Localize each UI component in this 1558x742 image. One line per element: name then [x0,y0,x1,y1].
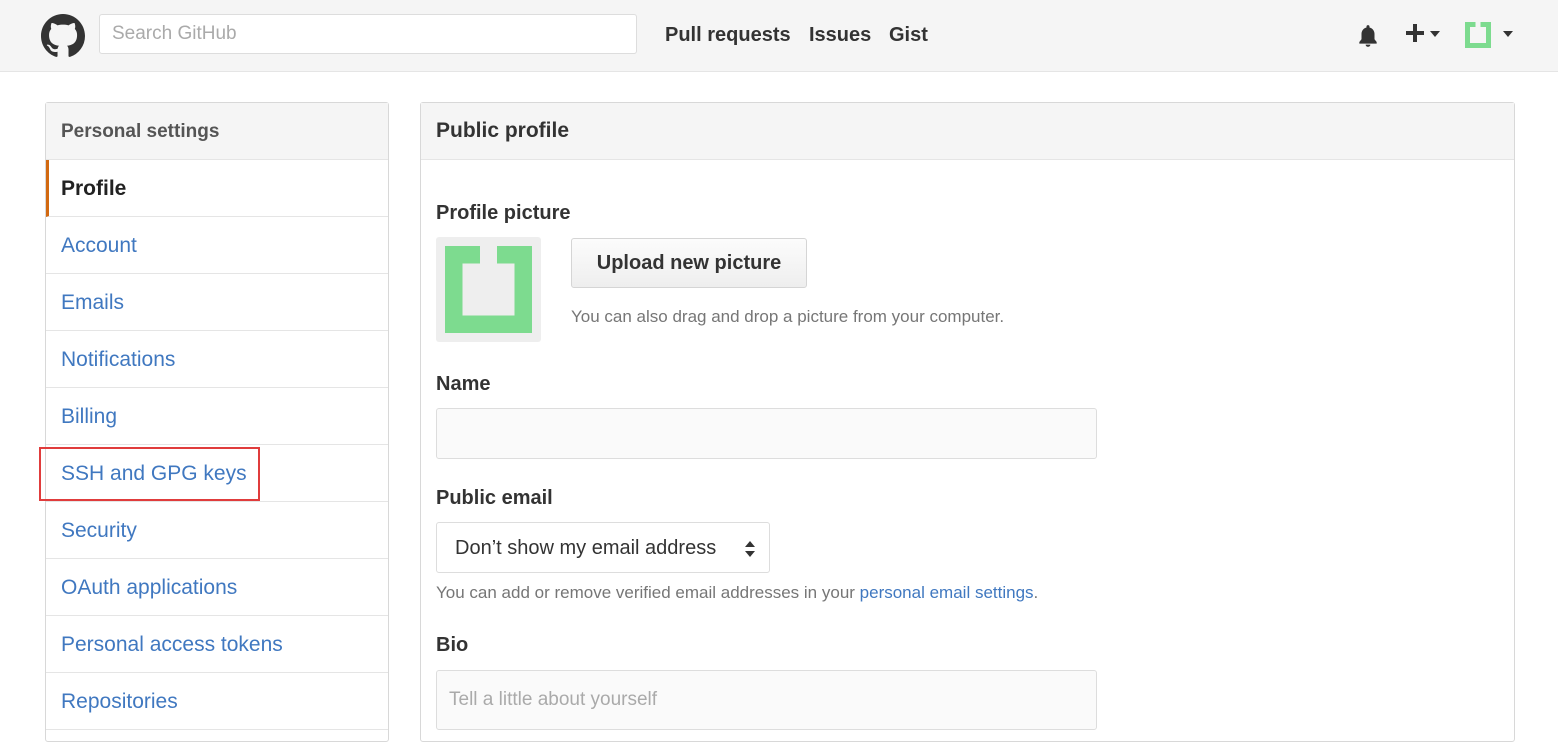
github-logo-icon[interactable] [41,14,85,58]
name-label: Name [436,373,491,395]
email-hint-suffix: . [1033,583,1039,602]
sidebar-item-ssh-gpg-keys[interactable]: SSH and GPG keys [46,445,388,502]
email-hint-prefix: You can add or remove verified email add… [436,583,860,602]
sidebar-title: Personal settings [46,103,388,160]
settings-sidebar: Personal settings Profile Account Emails… [45,102,389,742]
user-menu-button[interactable] [1465,20,1517,50]
public-email-label: Public email [436,487,553,509]
sidebar-item-billing[interactable]: Billing [46,388,388,445]
sidebar-item-emails[interactable]: Emails [46,274,388,331]
top-header: Pull requests Issues Gist [0,0,1558,72]
sidebar-item-profile[interactable]: Profile [46,160,388,217]
sidebar-item-notifications[interactable]: Notifications [46,331,388,388]
bell-icon[interactable] [1355,23,1381,49]
search-input[interactable] [99,14,637,54]
new-menu-button[interactable] [1405,20,1445,50]
upload-hint-text: You can also drag and drop a picture fro… [571,307,1005,326]
public-email-select[interactable]: Don’t show my email address [436,522,770,573]
plus-icon [1406,24,1424,42]
profile-avatar [436,237,541,342]
nav-gist[interactable]: Gist [889,24,928,47]
name-input[interactable] [436,408,1097,459]
sidebar-item-personal-access-tokens[interactable]: Personal access tokens [46,616,388,673]
profile-picture-label: Profile picture [436,202,571,224]
identicon-icon [445,246,532,333]
chevron-down-icon [1430,31,1440,37]
bio-textarea[interactable] [436,670,1097,730]
nav-pull-requests[interactable]: Pull requests [665,24,791,47]
upload-new-picture-button[interactable]: Upload new picture [571,238,807,288]
bio-label: Bio [436,634,469,656]
chevron-down-icon [1503,31,1513,37]
nav-issues[interactable]: Issues [809,24,871,47]
sidebar-item-oauth-applications[interactable]: OAuth applications [46,559,388,616]
sidebar-item-security[interactable]: Security [46,502,388,559]
sidebar-item-repositories[interactable]: Repositories [46,673,388,730]
sidebar-item-account[interactable]: Account [46,217,388,274]
personal-email-settings-link[interactable]: personal email settings [860,583,1034,602]
public-email-selected-value: Don’t show my email address [455,537,717,559]
select-arrows-icon [745,541,755,557]
avatar-icon [1465,22,1491,48]
email-hint-text: You can add or remove verified email add… [436,583,1038,603]
page-title: Public profile [421,103,1514,160]
